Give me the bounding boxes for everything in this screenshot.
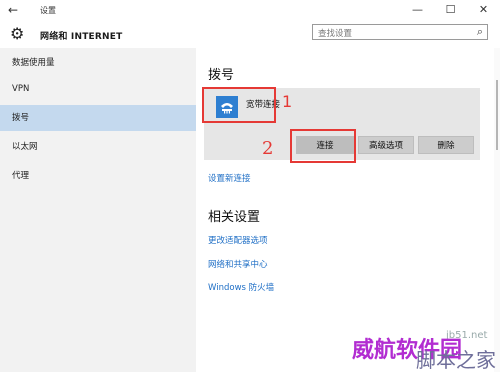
- page-title: 拨号: [208, 68, 235, 83]
- close-button[interactable]: ✕: [467, 0, 500, 20]
- advanced-options-button[interactable]: 高级选项: [358, 136, 414, 154]
- windows-firewall-link[interactable]: Windows 防火墙: [208, 281, 274, 293]
- search-icon[interactable]: ⌕: [477, 25, 483, 39]
- minimize-button[interactable]: —: [401, 0, 434, 20]
- gear-icon: ⚙: [10, 24, 25, 43]
- network-sharing-center-link[interactable]: 网络和共享中心: [208, 258, 268, 270]
- related-settings-heading: 相关设置: [208, 210, 261, 225]
- scrollbar[interactable]: [494, 48, 500, 372]
- annotation-box-connection: [202, 87, 276, 123]
- annotation-box-connect: [290, 129, 356, 163]
- sidebar-item-ethernet[interactable]: 以太网: [0, 134, 196, 160]
- sidebar: 数据使用量 VPN 拨号 以太网 代理: [0, 48, 196, 372]
- back-arrow-icon[interactable]: ←: [8, 3, 18, 17]
- annotation-mark-1: 1: [282, 92, 293, 111]
- sidebar-item-data-usage[interactable]: 数据使用量: [0, 50, 196, 76]
- scrollbar-thumb[interactable]: [496, 80, 498, 150]
- section-title: 网络和 INTERNET: [40, 32, 123, 42]
- annotation-mark-2: 2: [262, 138, 274, 159]
- sidebar-item-proxy[interactable]: 代理: [0, 163, 196, 189]
- delete-button[interactable]: 删除: [418, 136, 474, 154]
- maximize-button[interactable]: ☐: [434, 0, 467, 20]
- change-adapter-options-link[interactable]: 更改适配器选项: [208, 234, 268, 246]
- sidebar-item-dialup[interactable]: 拨号: [0, 105, 196, 131]
- watermark-site: 脚本之家: [416, 348, 496, 372]
- window-title: 设置: [40, 6, 56, 15]
- setup-new-connection-link[interactable]: 设置新连接: [208, 172, 251, 184]
- search-placeholder: 查找设置: [318, 29, 353, 39]
- window-controls: — ☐ ✕: [401, 0, 500, 20]
- sidebar-item-vpn[interactable]: VPN: [0, 76, 196, 102]
- search-input[interactable]: 查找设置 ⌕: [312, 24, 488, 40]
- title-bar: ← 设置 — ☐ ✕: [0, 0, 500, 20]
